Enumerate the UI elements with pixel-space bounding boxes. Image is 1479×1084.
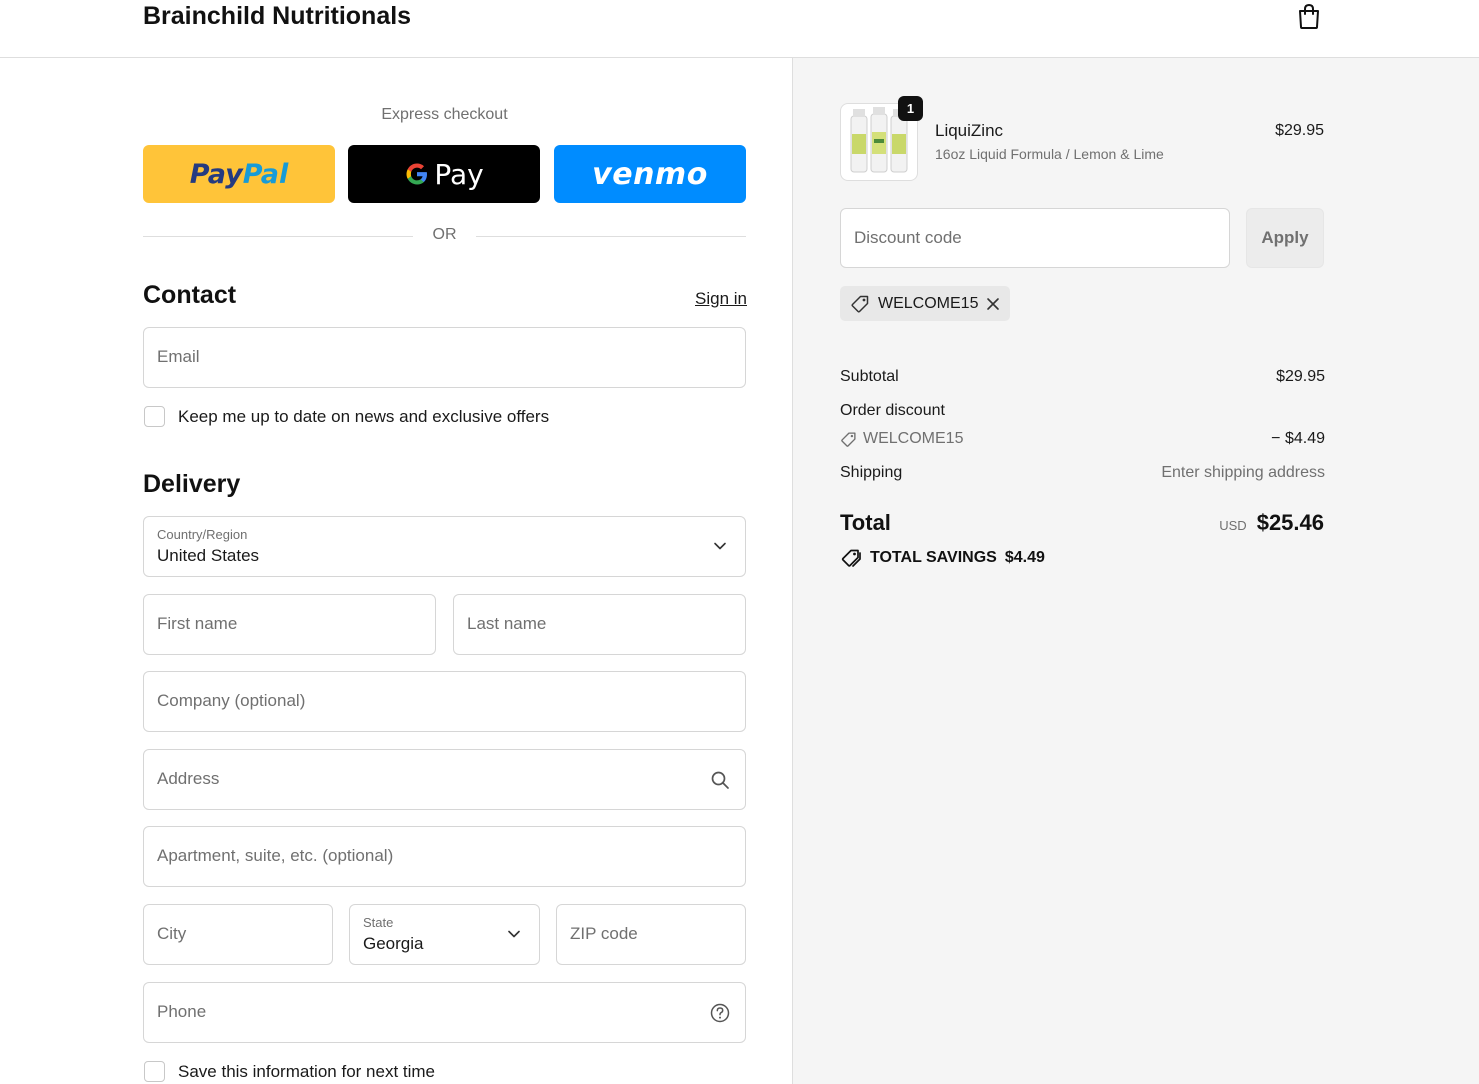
company-field[interactable]: Company (optional) bbox=[143, 671, 746, 732]
or-divider: OR bbox=[143, 226, 746, 246]
applied-discount-chip: WELCOME15 bbox=[840, 286, 1011, 321]
tag-icon bbox=[851, 295, 869, 313]
city-field[interactable]: City bbox=[143, 904, 333, 965]
google-pay-logo: Pay bbox=[404, 158, 484, 191]
save-info-row: Save this information for next time bbox=[144, 1061, 435, 1082]
save-info-label: Save this information for next time bbox=[178, 1061, 436, 1081]
phone-field[interactable]: Phone bbox=[143, 982, 746, 1043]
product-name: LiquiZinc bbox=[935, 121, 1004, 140]
chevron-down-icon bbox=[508, 930, 520, 938]
express-checkout-title: Express checkout bbox=[381, 106, 508, 123]
email-field[interactable]: Email bbox=[143, 327, 746, 388]
product-thumbnail: 1 bbox=[840, 96, 923, 181]
total-amount: USD $25.46 bbox=[1219, 510, 1324, 536]
store-logo[interactable]: Brainchild Nutritionals bbox=[143, 2, 411, 31]
chevron-down-icon bbox=[714, 542, 726, 550]
google-pay-button[interactable]: Pay bbox=[348, 145, 540, 203]
state-select[interactable]: State Georgia bbox=[349, 904, 540, 965]
newsletter-label: Keep me up to date on news and exclusive… bbox=[178, 406, 550, 426]
paypal-button[interactable]: PayPal bbox=[143, 145, 335, 203]
sign-in-link[interactable]: Sign in bbox=[695, 289, 747, 309]
zip-field[interactable]: ZIP code bbox=[556, 904, 746, 965]
delivery-heading: Delivery bbox=[143, 470, 241, 498]
save-info-checkbox[interactable] bbox=[144, 1061, 165, 1082]
venmo-button[interactable]: venmo bbox=[554, 145, 746, 203]
order-discount-code-row: WELCOME15 − $4.49 bbox=[840, 430, 1325, 453]
subtotal-value: $29.95 bbox=[1276, 368, 1325, 385]
order-summary-column: 1 LiquiZinc 16oz Liquid Formula / Lemon … bbox=[792, 58, 1479, 1084]
google-g-icon bbox=[406, 163, 428, 185]
tags-icon bbox=[841, 549, 861, 567]
first-name-field[interactable]: First name bbox=[143, 594, 436, 655]
paypal-logo: PayPal bbox=[189, 158, 289, 190]
order-discount-value: − $4.49 bbox=[1271, 430, 1325, 447]
product-variant: 16oz Liquid Formula / Lemon & Lime bbox=[935, 146, 1164, 162]
total-currency: USD bbox=[1219, 518, 1247, 533]
order-discount-row: Order discount bbox=[840, 402, 945, 419]
address-field[interactable]: Address bbox=[143, 749, 746, 810]
checkout-form-column: Express checkout PayPal Pay venmo OR Con… bbox=[0, 58, 792, 1084]
newsletter-row: Keep me up to date on news and exclusive… bbox=[144, 406, 549, 427]
newsletter-checkbox[interactable] bbox=[144, 406, 165, 427]
help-icon[interactable] bbox=[709, 1002, 731, 1024]
product-price: $29.95 bbox=[1275, 122, 1324, 139]
country-select[interactable]: Country/Region United States bbox=[143, 516, 746, 577]
savings-value: $4.49 bbox=[1004, 549, 1045, 566]
remove-discount-icon[interactable] bbox=[986, 297, 1000, 311]
shipping-row: Shipping Enter shipping address bbox=[840, 464, 1325, 481]
shopping-bag-icon[interactable] bbox=[1296, 2, 1322, 30]
shipping-value: Enter shipping address bbox=[1161, 464, 1325, 481]
last-name-field[interactable]: Last name bbox=[453, 594, 746, 655]
total-value: $25.46 bbox=[1256, 510, 1324, 535]
search-icon bbox=[711, 771, 729, 789]
total-savings: TOTAL SAVINGS $4.49 bbox=[840, 548, 1045, 568]
discount-code-field[interactable]: Discount code bbox=[840, 208, 1230, 268]
order-discount-code: WELCOME15 bbox=[863, 430, 964, 447]
applied-discount-code: WELCOME15 bbox=[878, 294, 979, 312]
apply-button[interactable]: Apply bbox=[1246, 208, 1324, 268]
header: Brainchild Nutritionals bbox=[0, 0, 1479, 58]
apartment-field[interactable]: Apartment, suite, etc. (optional) bbox=[143, 826, 746, 887]
tag-icon bbox=[841, 431, 856, 447]
venmo-logo: venmo bbox=[592, 156, 708, 192]
contact-heading: Contact bbox=[143, 281, 237, 309]
subtotal-row: Subtotal $29.95 bbox=[840, 368, 1325, 385]
quantity-badge: 1 bbox=[898, 96, 923, 121]
total-label: Total bbox=[840, 510, 891, 535]
